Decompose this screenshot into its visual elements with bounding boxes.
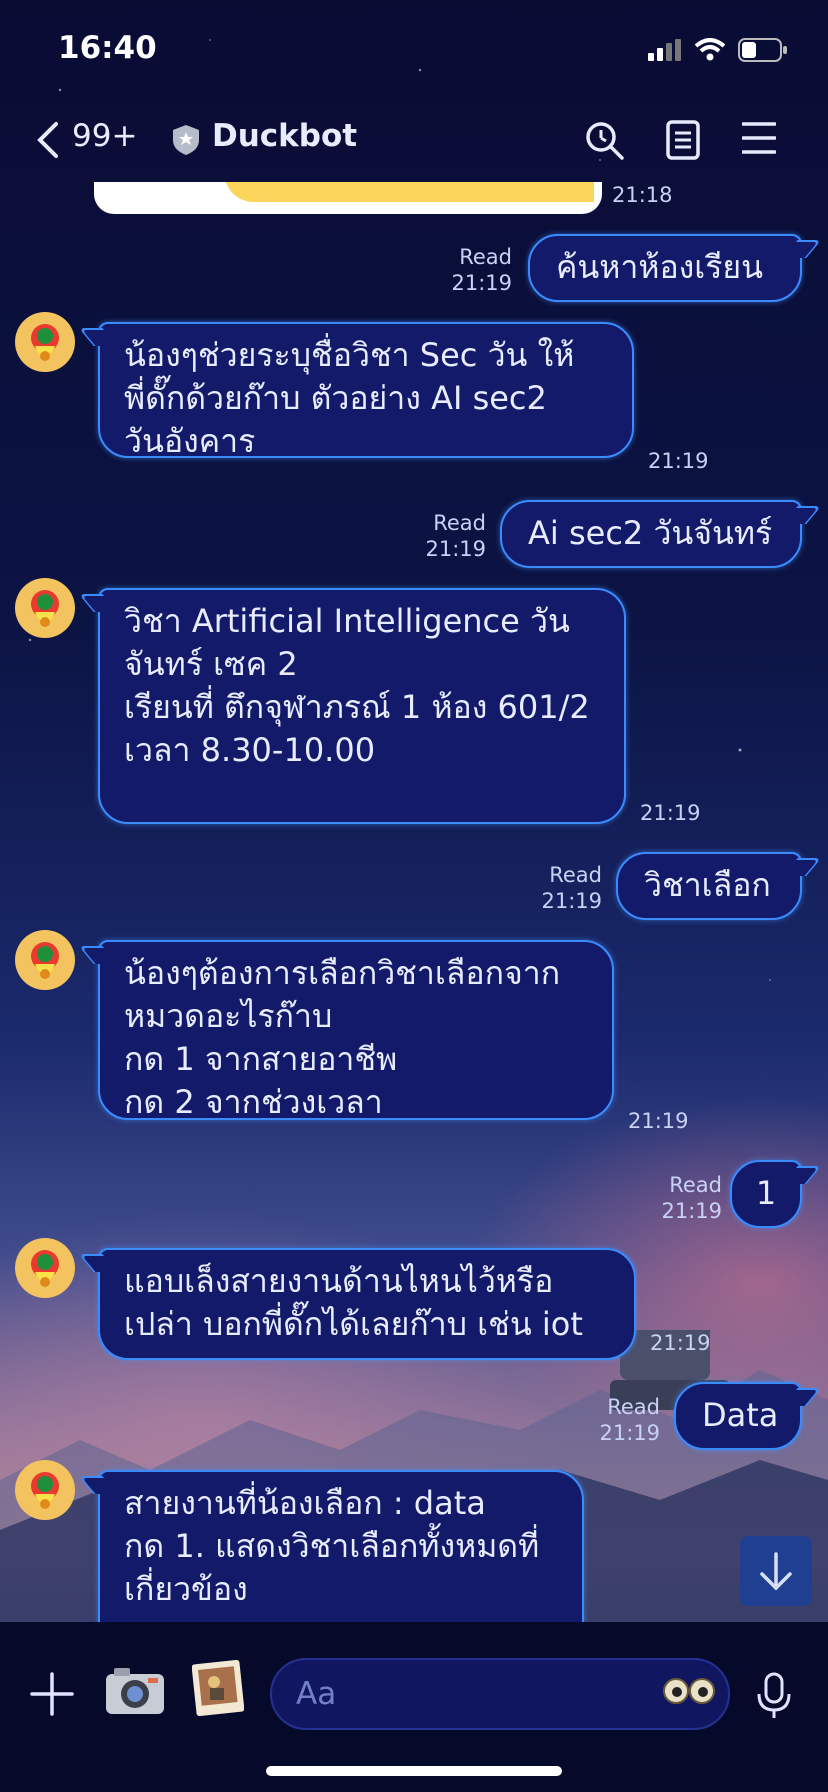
chevron-left-icon[interactable] [34,120,64,160]
message-meta: Read 21:19 [530,862,602,914]
message-text: 1 [755,1174,777,1212]
incoming-message[interactable]: น้องๆต้องการเลือกวิชาเลือกจาก หมวดอะไรก๊… [98,940,614,1121]
search-icon[interactable] [584,120,624,160]
camera-icon[interactable] [104,1662,166,1718]
message-meta: Read 21:19 [440,244,512,296]
chat-header: 99+ Duckbot [0,112,828,172]
duck-mascot-icon [31,1472,59,1509]
menu-icon[interactable] [742,120,776,156]
outgoing-message[interactable]: 1 [730,1160,802,1228]
message-line: แอบเล็งสายงานด้านไหนไว้หรือ [124,1262,554,1300]
message-time: 21:19 [425,537,486,561]
bot-avatar[interactable] [15,312,75,372]
chat-title[interactable]: Duckbot [212,118,357,154]
duck-mascot-icon [31,1250,59,1287]
message-input[interactable]: Aa [270,1658,730,1730]
message-input-bar: Aa [0,1622,828,1792]
message-time: 21:19 [628,1109,689,1133]
microphone-icon[interactable] [756,1672,792,1720]
bot-avatar[interactable] [15,578,75,638]
outgoing-message[interactable]: Ai sec2 วันจันทร์ [500,500,802,568]
message-line: เรียนที่ ตึกจุฬาภรณ์ 1 ห้อง 601/2 [124,688,590,726]
message-text: Data [702,1396,779,1434]
notes-icon[interactable] [666,120,700,160]
message-line: สายงานที่น้องเลือก : data [124,1484,486,1522]
home-indicator[interactable] [266,1766,562,1776]
duck-mascot-icon [31,590,59,627]
signal-icon [648,39,681,61]
previous-card-message[interactable] [94,182,602,214]
message-time: 21:19 [640,801,701,825]
status-bar: 16:40 [0,0,828,100]
message-time: 21:19 [648,449,709,473]
message-line: จันทร์ เซค 2 [124,645,298,683]
incoming-message[interactable]: น้องๆช่วยระบุชื่อวิชา Sec วัน ให้ พี่ดั๊… [98,322,634,460]
message-time: 21:19 [541,889,602,913]
duck-mascot-icon [31,942,59,979]
message-line: เปล่า บอกพี่ดั๊กได้เลยก๊าบ เช่น iot [124,1305,583,1343]
shield-star-icon [173,125,199,155]
incoming-message[interactable]: วิชา Artificial Intelligence วัน จันทร์ … [98,588,626,824]
read-receipt: Read [669,1173,722,1197]
message-time: 21:19 [661,1199,722,1223]
message-time: 21:19 [599,1421,660,1445]
read-receipt: Read [549,863,602,887]
message-text: ค้นหาห้องเรียน [556,248,764,286]
message-line: กด 1 จากสายอาชีพ [124,1040,398,1078]
photo-icon[interactable] [192,1660,244,1716]
chat-message-list[interactable]: 21:18 Read 21:19 ค้นหาห้องเรียน น้องๆช่ว… [0,182,828,1622]
message-line: วันอังคาร [124,422,256,460]
message-line: หมวดอะไรก๊าบ [124,997,333,1035]
message-line: วิชา Artificial Intelligence วัน [124,602,570,640]
message-line: กด 2 จากช่วงเวลา [124,1083,383,1121]
outgoing-message[interactable]: ค้นหาห้องเรียน [528,234,802,302]
bot-avatar[interactable] [15,930,75,990]
status-time: 16:40 [58,30,157,66]
emoji-icon[interactable] [662,1676,716,1706]
message-line: น้องๆช่วยระบุชื่อวิชา Sec วัน ให้ [124,336,575,374]
plus-icon[interactable] [30,1672,74,1716]
message-text: Ai sec2 วันจันทร์ [528,514,773,552]
battery-icon [738,38,787,62]
read-receipt: Read [607,1395,660,1419]
message-text: วิชาเลือก [644,866,771,904]
message-line: น้องๆต้องการเลือกวิชาเลือกจาก [124,954,561,992]
unread-count[interactable]: 99+ [72,118,137,154]
message-meta: Read 21:19 [588,1394,660,1446]
message-meta: Read 21:19 [414,510,486,562]
read-receipt: Read [459,245,512,269]
outgoing-message[interactable]: วิชาเลือก [616,852,802,920]
outgoing-message[interactable]: Data [674,1382,802,1450]
wifi-icon [694,38,726,61]
incoming-message[interactable]: แอบเล็งสายงานด้านไหนไว้หรือ เปล่า บอกพี่… [98,1248,636,1360]
message-line: เกี่ยวข้อง [124,1570,248,1608]
incoming-message[interactable]: สายงานที่น้องเลือก : data กด 1. แสดงวิชา… [98,1470,584,1622]
message-meta: Read 21:19 [650,1172,722,1224]
scroll-to-bottom-button[interactable] [740,1536,812,1606]
input-placeholder: Aa [296,1676,337,1712]
arrow-down-icon [760,1552,792,1591]
message-line: กด 1. แสดงวิชาเลือกทั้งหมดที่ [124,1527,540,1565]
read-receipt: Read [433,511,486,535]
bot-avatar[interactable] [15,1460,75,1520]
message-time: 21:18 [612,183,673,207]
bot-avatar[interactable] [15,1238,75,1298]
duck-mascot-icon [31,324,59,361]
message-time: 21:19 [451,271,512,295]
message-line: เวลา 8.30-10.00 [124,731,376,769]
message-line: พี่ดั๊กด้วยก๊าบ ตัวอย่าง AI sec2 [124,379,547,417]
message-time: 21:19 [650,1331,711,1355]
